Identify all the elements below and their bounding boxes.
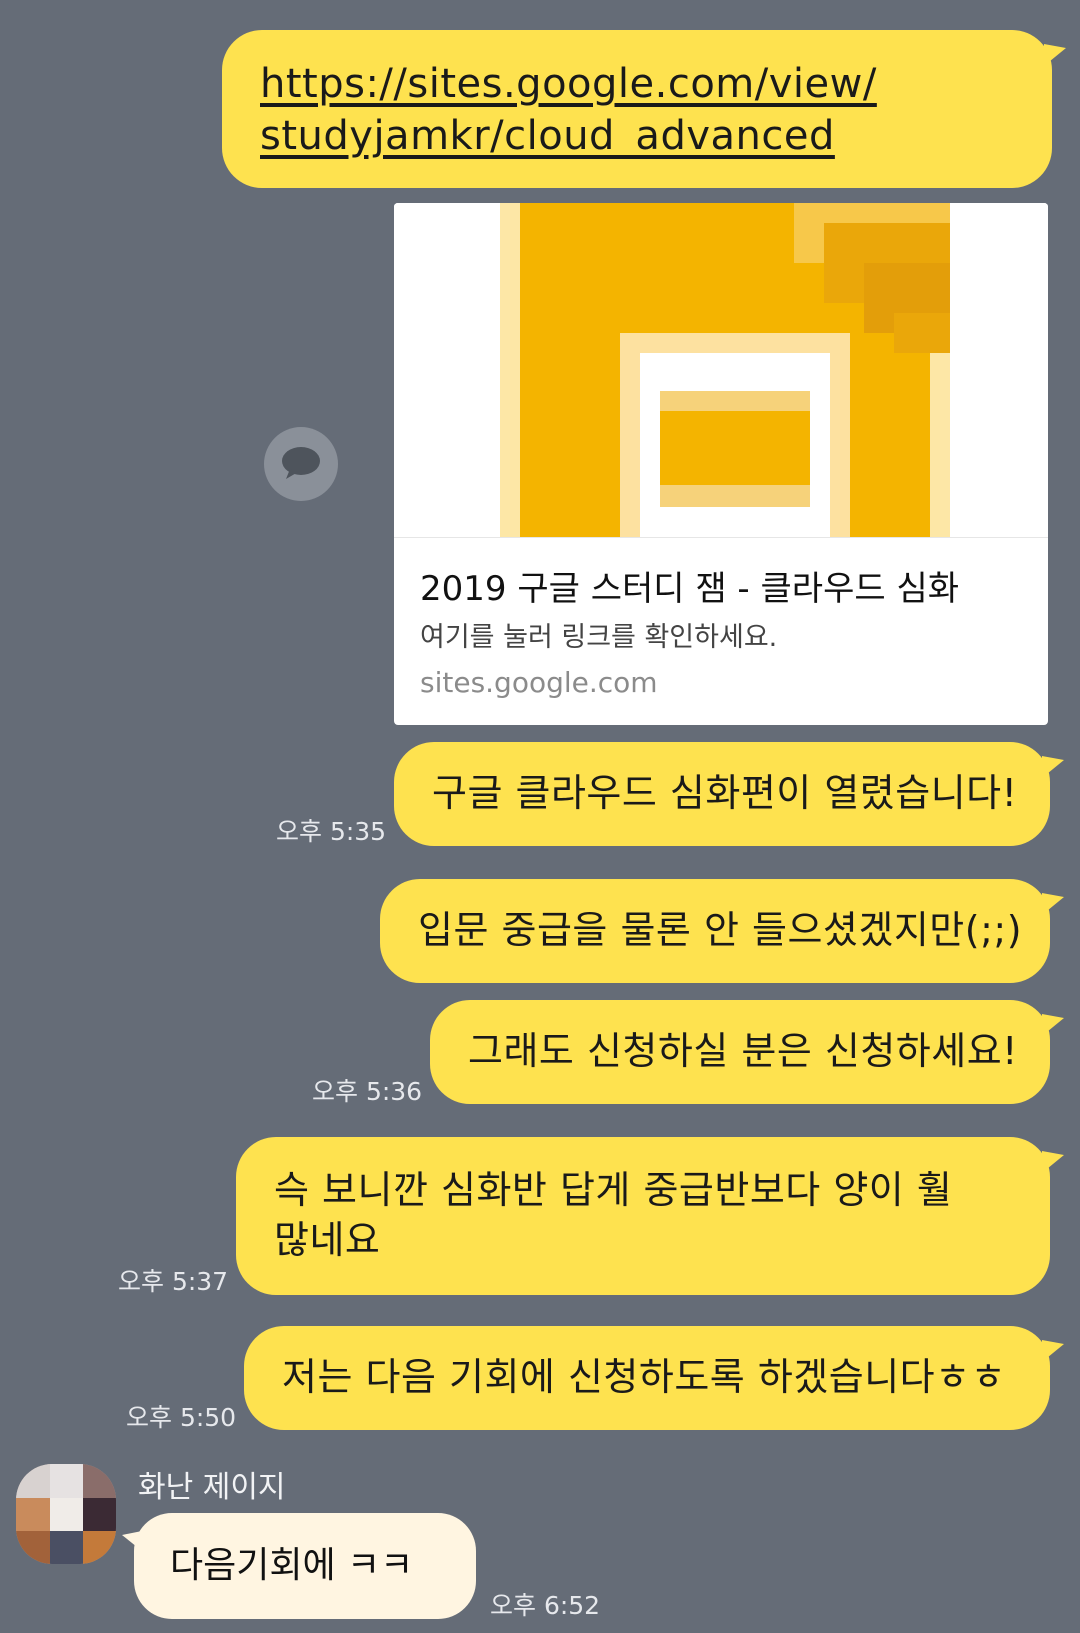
card-title: 2019 구글 스터디 잼 - 클라우드 심화 <box>420 569 960 609</box>
google-sites-thumbnail <box>394 203 1048 537</box>
message-text: 그래도 신청하실 분은 신청하세요! <box>468 1029 1018 1073</box>
sender-name: 화난 제이지 <box>138 1470 286 1505</box>
link-preview-card[interactable]: 2019 구글 스터디 잼 - 클라우드 심화 여기를 눌러 링크를 확인하세요… <box>394 203 1048 725</box>
message-bubble[interactable]: 구글 클라우드 심화편이 열렸습니다! <box>394 742 1064 846</box>
card-description: 여기를 눌러 링크를 확인하세요. <box>420 622 778 653</box>
link-message-bubble[interactable]: https://sites.google.com/view/ studyjamk… <box>222 30 1066 188</box>
message-text-line1: 슥 보니깐 심화반 답게 중급반보다 양이 훨 <box>274 1168 953 1212</box>
message-text: 다음기회에 ㅋㅋ <box>170 1545 414 1586</box>
message-bubble[interactable]: 저는 다음 기회에 신청하도록 하겠습니다ㅎㅎ <box>244 1326 1064 1430</box>
card-divider <box>394 537 1048 538</box>
link-url-line1[interactable]: https://sites.google.com/view/ <box>260 58 1052 110</box>
message-bubble[interactable]: 슥 보니깐 심화반 답게 중급반보다 양이 훨 많네요 <box>236 1137 1064 1295</box>
message-bubble[interactable]: 입문 중급을 물론 안 들으셨겠지만(;;) <box>380 879 1064 983</box>
share-button[interactable] <box>264 427 338 501</box>
card-domain: sites.google.com <box>420 666 658 699</box>
message-time: 오후 5:36 <box>312 1077 423 1106</box>
speech-bubble-icon <box>282 447 320 479</box>
link-url-line2[interactable]: studyjamkr/cloud_advanced <box>260 110 1052 162</box>
incoming-message-bubble[interactable]: 다음기회에 ㅋㅋ <box>122 1513 476 1619</box>
message-time: 오후 5:50 <box>126 1403 237 1432</box>
message-text: 저는 다음 기회에 신청하도록 하겠습니다ㅎㅎ <box>282 1355 1007 1399</box>
message-time: 오후 5:35 <box>276 817 387 846</box>
avatar[interactable] <box>16 1464 116 1564</box>
message-text: 구글 클라우드 심화편이 열렸습니다! <box>432 771 1018 815</box>
message-text: 입문 중급을 물론 안 들으셨겠지만(;;) <box>418 908 1023 952</box>
message-text-line2: 많네요 <box>274 1218 381 1262</box>
message-time: 오후 5:37 <box>118 1267 229 1296</box>
message-bubble[interactable]: 그래도 신청하실 분은 신청하세요! <box>430 1000 1064 1104</box>
message-time: 오후 6:52 <box>490 1591 601 1620</box>
pixelated-avatar <box>16 1464 116 1564</box>
